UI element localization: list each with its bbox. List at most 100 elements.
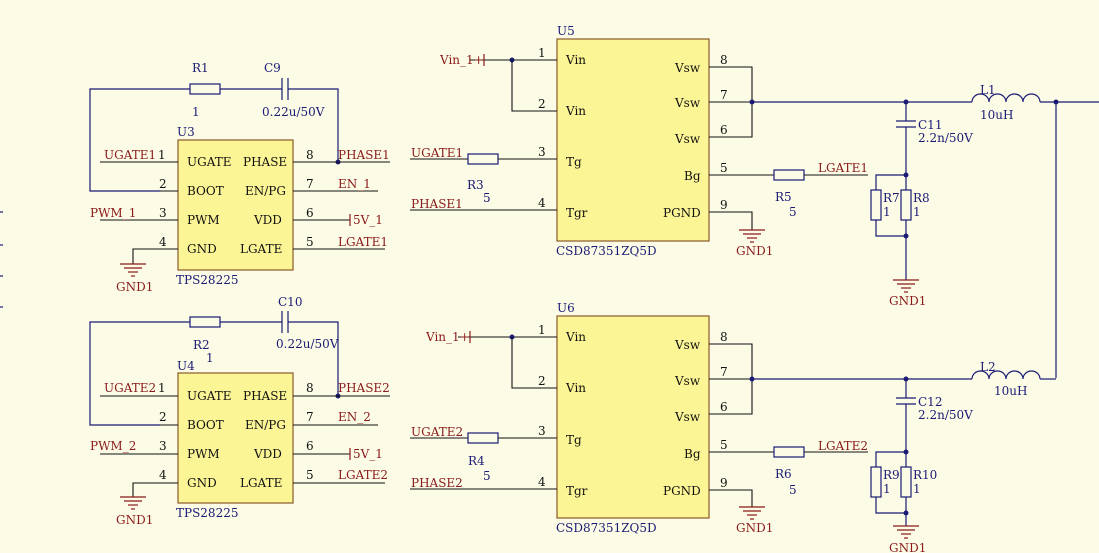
net-en2[interactable]: EN_2: [338, 410, 371, 424]
ground-symbol-snubber-2: [893, 525, 919, 539]
r1-designator: R1: [192, 61, 209, 75]
u4-pin-gnd: GND: [187, 476, 217, 490]
l2-value: 10uH: [994, 384, 1027, 398]
r4-value: 5: [483, 469, 491, 483]
r7-designator: R7: [883, 191, 900, 205]
u6-pin2-num: 2: [538, 374, 546, 388]
net-pwm2[interactable]: PWM_2: [90, 439, 136, 453]
u3-pin4-num: 4: [159, 235, 167, 249]
u5-pin6-num: 6: [720, 123, 728, 137]
u6-pin4-num: 4: [538, 475, 546, 489]
c10-designator: C10: [278, 295, 302, 309]
u3-pin6-num: 6: [306, 206, 314, 220]
net-vin-u6[interactable]: Vin_1+: [425, 330, 470, 344]
r5-value: 5: [789, 205, 797, 219]
c10-value: 0.22u/50V: [276, 337, 339, 351]
u5-part: CSD87351ZQ5D: [556, 244, 657, 258]
u6-pin-bg: Bg: [684, 447, 701, 461]
net-lgate1-u5[interactable]: LGATE1: [818, 161, 868, 175]
u4-pin-ugate: UGATE: [187, 389, 231, 403]
u5-pin-vsw-a: Vsw: [674, 61, 701, 75]
resistor-r10-symbol[interactable]: [900, 466, 912, 498]
net-vin-u5[interactable]: Vin_1+: [439, 53, 484, 67]
u4-pin4-num: 4: [159, 468, 167, 482]
resistor-r5-symbol[interactable]: [773, 169, 805, 181]
u3-pin-boot: BOOT: [187, 184, 224, 198]
u3-pin8-num: 8: [306, 148, 314, 162]
u5-pin-vin-b: Vin: [565, 104, 586, 118]
net-ugate1-u3[interactable]: UGATE1: [104, 148, 156, 162]
ground-symbol-u3: [120, 263, 146, 277]
net-ugate2-u6[interactable]: UGATE2: [411, 425, 463, 439]
resistor-r8-symbol[interactable]: [900, 189, 912, 221]
net-lgate2-u4[interactable]: LGATE2: [338, 468, 388, 482]
net-5v1-u4[interactable]: 5V_1: [353, 447, 383, 461]
u5-pin4-num: 4: [538, 196, 546, 210]
power-stage-u5[interactable]: U5 CSD87351ZQ5D Vin_1+ 1 2 Vin Vin UGATE…: [410, 24, 1099, 308]
u4-pin-phase: PHASE: [243, 389, 287, 403]
driver-u3[interactable]: R1 1 C9 0.22u/50V U3 TPS28225 UGATE1 PWM…: [89, 61, 390, 294]
u6-pin-vsw-a: Vsw: [674, 338, 701, 352]
u5-pin1-num: 1: [538, 46, 546, 60]
resistor-r9-symbol[interactable]: [870, 466, 882, 498]
r4-designator: R4: [468, 454, 485, 468]
c11-value: 2.2n/50V: [918, 131, 973, 145]
resistor-r3-symbol[interactable]: [467, 153, 499, 165]
u4-pin-enpg: EN/PG: [245, 418, 286, 432]
u6-pin-vin-a: Vin: [565, 330, 586, 344]
u4-pin7-num: 7: [306, 410, 314, 424]
net-5v1-u3[interactable]: 5V_1: [353, 213, 383, 227]
u5-pin2-num: 2: [538, 97, 546, 111]
r3-designator: R3: [467, 178, 484, 192]
u3-designator: U3: [177, 125, 195, 139]
power-stage-u6[interactable]: U6 CSD87351ZQ5D Vin_1+ 1 2 Vin Vin UGATE…: [410, 301, 1056, 553]
u6-pin3-num: 3: [538, 424, 546, 438]
net-ugate1-u5[interactable]: UGATE1: [411, 146, 463, 160]
u5-pin-bg: Bg: [684, 169, 701, 183]
r2-value: 1: [206, 351, 214, 365]
resistor-r1-symbol[interactable]: [189, 83, 221, 95]
net-phase1-u5[interactable]: PHASE1: [411, 197, 463, 211]
gnd-label-snubber-2: GND1: [889, 541, 926, 553]
ground-symbol-u6: [739, 506, 765, 520]
r1-value: 1: [192, 105, 200, 119]
u4-pin5-num: 5: [306, 468, 314, 482]
u6-pin-vin-b: Vin: [565, 381, 586, 395]
net-phase2-u4[interactable]: PHASE2: [338, 381, 390, 395]
resistor-r6-symbol[interactable]: [773, 446, 805, 458]
u3-pin-gnd: GND: [187, 242, 217, 256]
net-lgate2-u6[interactable]: LGATE2: [818, 439, 868, 453]
r9-value: 1: [883, 482, 891, 496]
u5-pin8-num: 8: [720, 53, 728, 67]
net-ugate2-u4[interactable]: UGATE2: [104, 381, 156, 395]
r5-designator: R5: [775, 190, 792, 204]
u4-designator: U4: [177, 359, 195, 373]
net-en1[interactable]: EN_1: [338, 177, 371, 191]
c9-designator: C9: [264, 61, 281, 75]
net-pwm1[interactable]: PWM_1: [90, 206, 136, 220]
resistor-r2-symbol[interactable]: [189, 316, 221, 328]
u5-pin3-num: 3: [538, 145, 546, 159]
u4-pin3-num: 3: [159, 439, 167, 453]
u3-pin-vdd: VDD: [253, 213, 282, 227]
u6-pin-pgnd: PGND: [663, 484, 701, 498]
net-phase2-u6[interactable]: PHASE2: [411, 476, 463, 490]
u4-pin-pwm: PWM: [187, 447, 220, 461]
u6-pin-vsw-c: Vsw: [674, 410, 701, 424]
r8-value: 1: [913, 205, 921, 219]
gnd-label-u4: GND1: [116, 513, 153, 527]
l1-designator: L1: [980, 83, 996, 97]
u6-pin-tgr: Tgr: [566, 484, 588, 498]
resistor-r4-symbol[interactable]: [467, 432, 499, 444]
ground-symbol-snubber-1: [893, 279, 919, 293]
u5-pin-pgnd: PGND: [663, 206, 701, 220]
u4-pin8-num: 8: [306, 381, 314, 395]
driver-u4[interactable]: R2 1 C10 0.22u/50V U4 TPS28225 UGATE2 PW…: [89, 295, 390, 527]
u5-pin-tg: Tg: [566, 155, 582, 169]
u6-part: CSD87351ZQ5D: [556, 521, 657, 535]
resistor-r7-symbol[interactable]: [870, 189, 882, 221]
net-lgate1-u3[interactable]: LGATE1: [338, 235, 388, 249]
net-phase1-u3[interactable]: PHASE1: [338, 148, 390, 162]
u5-pin-vsw-c: Vsw: [674, 132, 701, 146]
l2-designator: L2: [980, 360, 996, 374]
